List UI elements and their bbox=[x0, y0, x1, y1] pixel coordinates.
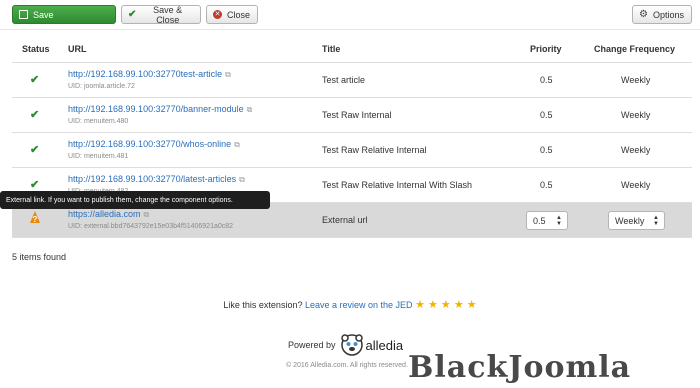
frequency-text: Weekly bbox=[621, 180, 651, 190]
table-row: ✔ http://192.168.99.100:32770/banner-mod… bbox=[12, 98, 692, 133]
close-icon: ✕ bbox=[213, 10, 222, 19]
url-cell: https://alledia.com ⧉ bbox=[68, 209, 149, 220]
rating-stars-icon[interactable]: ★ ★ ★ ★ ★ bbox=[415, 299, 477, 311]
watermark: BlackJoomla bbox=[408, 350, 632, 385]
url-cell: http://192.168.99.100:32770test-article ⧉ bbox=[68, 69, 231, 80]
header-status: Status bbox=[22, 44, 50, 54]
options-button[interactable]: ⚙ Options bbox=[632, 5, 692, 24]
url-link[interactable]: http://192.168.99.100:32770/whos-online bbox=[68, 139, 231, 149]
toolbar: Save ✔ Save & Close ✕ Close ⚙ Options bbox=[0, 0, 700, 30]
chevron-updown-icon: ▲ ▼ bbox=[653, 215, 659, 227]
published-check-icon[interactable]: ✔ bbox=[30, 73, 39, 86]
check-icon: ✔ bbox=[128, 9, 137, 20]
title-text: Test Raw Internal bbox=[322, 110, 392, 120]
uid-text: UID: external.bbd7643792e15e03b4f5140692… bbox=[68, 223, 234, 230]
external-link-tooltip: External link. If you want to publish th… bbox=[0, 191, 270, 209]
url-cell: http://192.168.99.100:32770/banner-modul… bbox=[68, 104, 252, 115]
review-link[interactable]: Leave a review on the JED bbox=[305, 300, 413, 310]
save-button[interactable]: Save bbox=[12, 5, 116, 24]
uid-text: UID: menuitem.481 bbox=[68, 153, 129, 160]
priority-select-value: 0.5 bbox=[533, 215, 546, 226]
header-url: URL bbox=[68, 44, 87, 54]
save-close-button-label: Save & Close bbox=[153, 4, 183, 25]
url-link[interactable]: https://alledia.com bbox=[68, 209, 141, 219]
external-link-icon: ⧉ bbox=[246, 105, 253, 114]
uid-text: UID: joomla.article.72 bbox=[68, 83, 135, 90]
close-button-label: Close bbox=[227, 9, 251, 20]
title-text: Test article bbox=[322, 75, 366, 85]
options-button-label: Options bbox=[652, 9, 684, 20]
external-link-icon: ⧉ bbox=[239, 175, 245, 184]
powered-by-text: Powered by bbox=[288, 340, 336, 350]
header-frequency: Change Frequency bbox=[594, 44, 676, 54]
powered-by: Powered by alledia bbox=[288, 334, 403, 356]
svg-text:?: ? bbox=[33, 215, 38, 223]
frequency-text: Weekly bbox=[621, 145, 651, 155]
published-check-icon[interactable]: ✔ bbox=[30, 143, 39, 156]
alledia-brand[interactable]: alledia bbox=[366, 338, 404, 353]
table-row: ✔ http://192.168.99.100:32770test-articl… bbox=[12, 63, 692, 98]
external-link-icon: ⧉ bbox=[234, 140, 240, 149]
priority-text: 0.5 bbox=[540, 75, 553, 85]
frequency-select[interactable]: Weekly ▲ ▼ bbox=[608, 211, 665, 230]
published-check-icon[interactable]: ✔ bbox=[30, 108, 39, 121]
save-close-button[interactable]: ✔ Save & Close bbox=[121, 4, 201, 25]
url-link[interactable]: http://192.168.99.100:32770/banner-modul… bbox=[68, 104, 244, 114]
items-found-count: 5 items found bbox=[12, 252, 67, 262]
priority-select[interactable]: 0.5 ▲ ▼ bbox=[526, 211, 568, 230]
priority-text: 0.5 bbox=[540, 180, 553, 190]
external-link-icon: ⧉ bbox=[143, 210, 150, 219]
table-row: ✔ http://192.168.99.100:32770/whos-onlin… bbox=[12, 133, 692, 168]
title-text: External url bbox=[322, 215, 368, 225]
like-text: Like this extension? bbox=[223, 300, 303, 310]
alledia-logo-icon bbox=[340, 334, 363, 356]
title-text: Test Raw Relative Internal bbox=[322, 145, 427, 155]
frequency-text: Weekly bbox=[621, 110, 651, 120]
url-cell: http://192.168.99.100:32770/latest-artic… bbox=[68, 174, 245, 185]
close-button[interactable]: ✕ Close bbox=[206, 5, 258, 24]
priority-text: 0.5 bbox=[540, 110, 553, 120]
edit-icon bbox=[19, 10, 28, 19]
chevron-updown-icon: ▲ ▼ bbox=[556, 215, 562, 227]
warning-icon[interactable]: ? bbox=[30, 211, 40, 223]
header-priority: Priority bbox=[530, 44, 562, 54]
priority-text: 0.5 bbox=[540, 145, 553, 155]
url-link[interactable]: http://192.168.99.100:32770test-article bbox=[68, 69, 222, 79]
frequency-select-value: Weekly bbox=[615, 215, 645, 226]
review-prompt: Like this extension? Leave a review on t… bbox=[0, 298, 700, 311]
title-text: Test Raw Relative Internal With Slash bbox=[322, 180, 473, 190]
url-cell: http://192.168.99.100:32770/whos-online ⧉ bbox=[68, 139, 240, 150]
save-button-label: Save bbox=[33, 9, 54, 20]
uid-text: UID: menuitem.480 bbox=[68, 118, 129, 125]
gear-icon: ⚙ bbox=[639, 9, 648, 20]
published-check-icon[interactable]: ✔ bbox=[30, 178, 39, 191]
frequency-text: Weekly bbox=[621, 75, 651, 85]
header-title: Title bbox=[322, 44, 341, 54]
copyright-text: © 2016 Alledia.com. All rights reserved. bbox=[286, 362, 408, 369]
url-link[interactable]: http://192.168.99.100:32770/latest-artic… bbox=[68, 174, 236, 184]
external-link-icon: ⧉ bbox=[225, 70, 231, 79]
